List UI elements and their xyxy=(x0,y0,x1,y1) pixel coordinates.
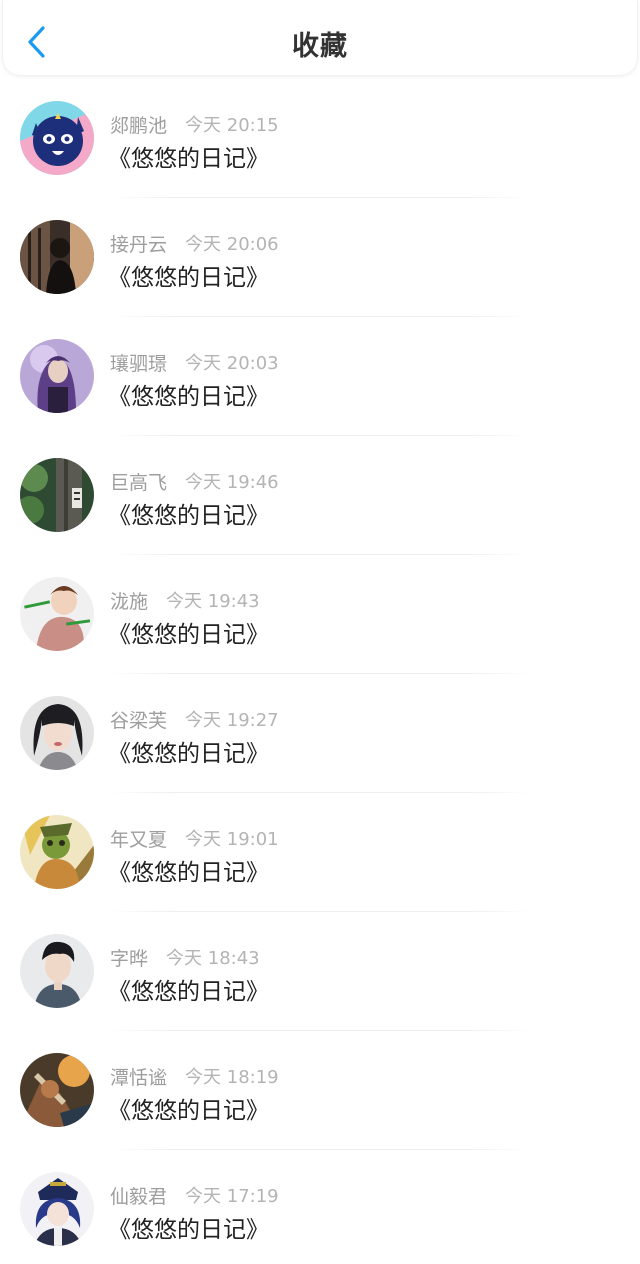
book-title[interactable]: 《悠悠的日记》 xyxy=(108,1210,269,1244)
list-item[interactable]: 瓖驷璟 今天 20:03 《悠悠的日记》 xyxy=(0,317,640,436)
user-name[interactable]: 郯鹏池 xyxy=(110,111,167,138)
item-meta: 年又夏 今天 19:01 xyxy=(110,825,279,852)
timestamp: 今天 18:43 xyxy=(166,948,260,969)
timestamp: 今天 18:19 xyxy=(185,1067,279,1088)
book-title[interactable]: 《悠悠的日记》 xyxy=(108,139,269,173)
item-meta: 仙毅君 今天 17:19 xyxy=(110,1182,279,1209)
user-name[interactable]: 泷施 xyxy=(110,587,148,614)
item-meta: 接丹云 今天 20:06 xyxy=(110,230,279,257)
timestamp: 今天 20:03 xyxy=(185,353,279,374)
user-name[interactable]: 仙毅君 xyxy=(110,1182,167,1209)
timestamp: 今天 17:19 xyxy=(185,1186,279,1207)
avatar[interactable] xyxy=(20,1172,94,1246)
book-title[interactable]: 《悠悠的日记》 xyxy=(108,1091,269,1125)
list-item[interactable]: 年又夏 今天 19:01 《悠悠的日记》 xyxy=(0,793,640,912)
list-item[interactable]: 泷施 今天 19:43 《悠悠的日记》 xyxy=(0,555,640,674)
book-title[interactable]: 《悠悠的日记》 xyxy=(108,853,269,887)
book-title[interactable]: 《悠悠的日记》 xyxy=(108,615,269,649)
favorites-list: 郯鹏池 今天 20:15 《悠悠的日记》 接丹云 今天 20:06 《悠悠的日记… xyxy=(0,79,640,1264)
user-name[interactable]: 巨高飞 xyxy=(110,468,167,495)
book-title[interactable]: 《悠悠的日记》 xyxy=(108,258,269,292)
item-meta: 潭恬谧 今天 18:19 xyxy=(110,1063,279,1090)
user-name[interactable]: 接丹云 xyxy=(110,230,167,257)
list-item[interactable]: 巨高飞 今天 19:46 《悠悠的日记》 xyxy=(0,436,640,555)
list-item[interactable]: 接丹云 今天 20:06 《悠悠的日记》 xyxy=(0,198,640,317)
timestamp: 今天 19:01 xyxy=(185,829,279,850)
nav-header: 收藏 xyxy=(2,0,638,76)
timestamp: 今天 19:27 xyxy=(185,710,279,731)
avatar[interactable] xyxy=(20,220,94,294)
user-name[interactable]: 谷梁芙 xyxy=(110,706,167,733)
user-name[interactable]: 瓖驷璟 xyxy=(110,349,167,376)
item-meta: 字晔 今天 18:43 xyxy=(110,944,260,971)
favorites-page: 收藏 郯鹏池 今天 20:15 《悠悠的日记》 接丹云 今天 20:06 《悠悠… xyxy=(0,0,640,1264)
list-item[interactable]: 郯鹏池 今天 20:15 《悠悠的日记》 xyxy=(0,79,640,198)
avatar[interactable] xyxy=(20,339,94,413)
avatar[interactable] xyxy=(20,815,94,889)
timestamp: 今天 20:15 xyxy=(185,115,279,136)
book-title[interactable]: 《悠悠的日记》 xyxy=(108,377,269,411)
avatar[interactable] xyxy=(20,458,94,532)
list-item[interactable]: 潭恬谧 今天 18:19 《悠悠的日记》 xyxy=(0,1031,640,1150)
list-item[interactable]: 仙毅君 今天 17:19 《悠悠的日记》 xyxy=(0,1150,640,1264)
timestamp: 今天 20:06 xyxy=(185,234,279,255)
timestamp: 今天 19:46 xyxy=(185,472,279,493)
user-name[interactable]: 潭恬谧 xyxy=(110,1063,167,1090)
list-item[interactable]: 字晔 今天 18:43 《悠悠的日记》 xyxy=(0,912,640,1031)
item-meta: 巨高飞 今天 19:46 xyxy=(110,468,279,495)
book-title[interactable]: 《悠悠的日记》 xyxy=(108,734,269,768)
book-title[interactable]: 《悠悠的日记》 xyxy=(108,972,269,1006)
avatar[interactable] xyxy=(20,1053,94,1127)
item-meta: 郯鹏池 今天 20:15 xyxy=(110,111,279,138)
user-name[interactable]: 字晔 xyxy=(110,944,148,971)
item-meta: 泷施 今天 19:43 xyxy=(110,587,260,614)
item-meta: 谷梁芙 今天 19:27 xyxy=(110,706,279,733)
item-meta: 瓖驷璟 今天 20:03 xyxy=(110,349,279,376)
book-title[interactable]: 《悠悠的日记》 xyxy=(108,496,269,530)
list-item[interactable]: 谷梁芙 今天 19:27 《悠悠的日记》 xyxy=(0,674,640,793)
timestamp: 今天 19:43 xyxy=(166,591,260,612)
avatar[interactable] xyxy=(20,101,94,175)
page-title: 收藏 xyxy=(292,31,348,62)
avatar[interactable] xyxy=(20,577,94,651)
avatar[interactable] xyxy=(20,696,94,770)
avatar[interactable] xyxy=(20,934,94,1008)
user-name[interactable]: 年又夏 xyxy=(110,825,167,852)
